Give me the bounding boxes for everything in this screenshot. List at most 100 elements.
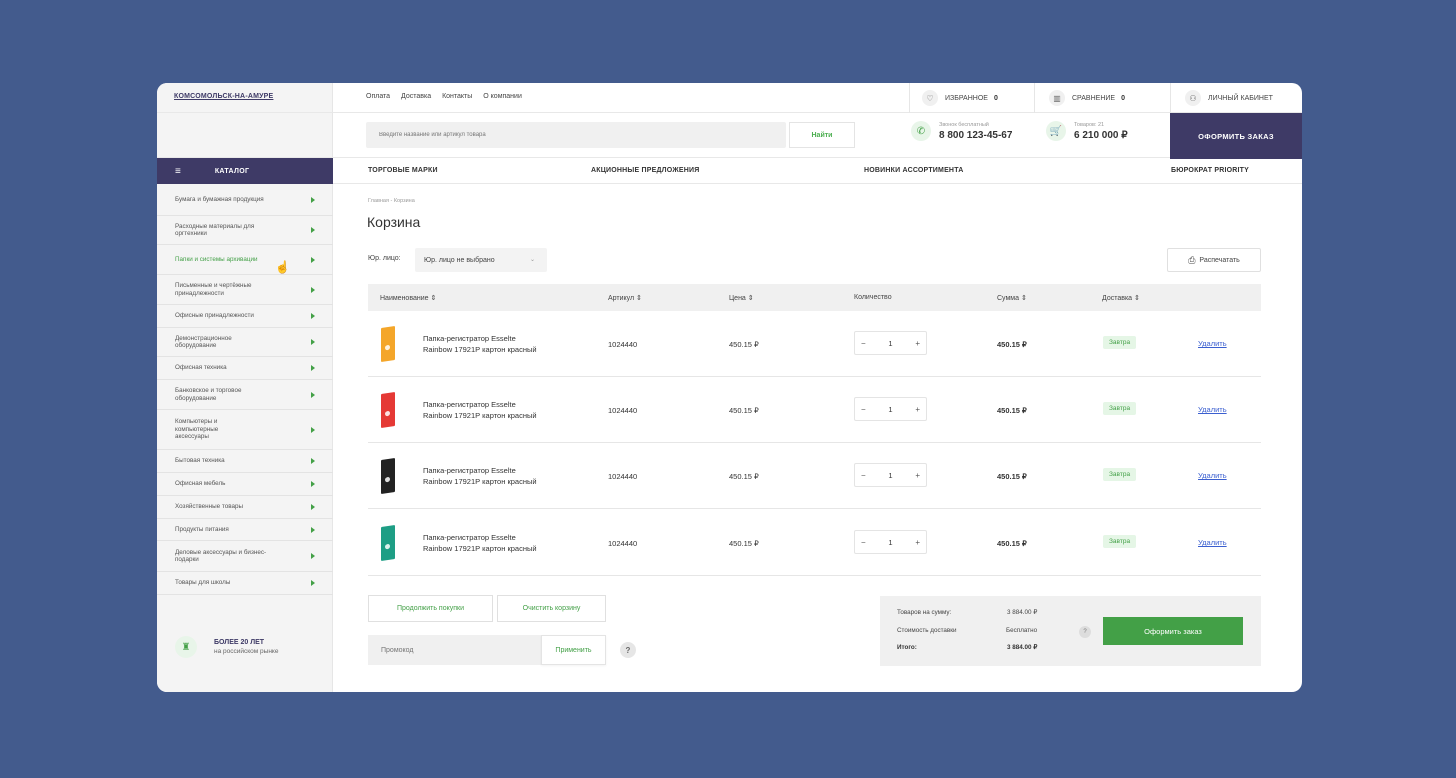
sidebar-item-label: Бумага и бумажная продукция [175,196,264,204]
chevron-right-icon [311,391,315,398]
sidebar-item-label: Деловые аксессуары и бизнес-подарки [175,548,267,564]
plus-button[interactable]: + [915,405,920,414]
minus-button[interactable]: − [861,405,866,414]
chevron-right-icon [311,504,315,510]
minus-button[interactable]: − [861,339,866,348]
product-name[interactable]: Папка-регистратор Esselte Rainbow 17921P … [423,333,537,355]
search-button[interactable]: Найти [789,122,855,148]
favorites-link[interactable]: ♡ ИЗБРАННОЕ 0 [909,83,1034,113]
minus-button[interactable]: − [861,538,866,547]
sidebar-item-gifts[interactable]: Деловые аксессуары и бизнес-подарки [157,541,333,572]
col-sku[interactable]: Артикул ⇕ [608,294,642,302]
clear-cart-button[interactable]: Очистить корзину [497,595,606,622]
continue-shopping-button[interactable]: Продолжить покупки [368,595,493,622]
help-icon[interactable]: ? [620,642,636,658]
legal-entity-select[interactable]: Юр. лицо не выбрано ⌄ [415,248,547,272]
sidebar-item-school[interactable]: Товары для школы [157,572,333,595]
catnav-brands[interactable]: ТОРГОВЫЕ МАРКИ [368,167,438,174]
binder-image [381,392,395,428]
sidebar-item-household[interactable]: Хозяйственные товары [157,496,333,519]
sidebar-item-consumables[interactable]: Расходные материалы для оргтехники [157,216,333,245]
city-selector[interactable]: КОМСОМОЛЬСК-НА-АМУРЕ [174,93,273,100]
product-sku: 1024440 [608,340,638,349]
product-price: 450.15 ₽ [729,539,759,548]
print-label: Распечатать [1199,256,1240,264]
col-qty: Количество [854,294,892,301]
sidebar-item-furniture[interactable]: Офисная мебель [157,473,333,496]
delete-link[interactable]: Удалить [1198,471,1227,480]
quantity-value[interactable]: 1 [888,405,892,414]
plus-button[interactable]: + [915,339,920,348]
nav-link-delivery[interactable]: Доставка [401,93,431,100]
quantity-value[interactable]: 1 [888,471,892,480]
product-name[interactable]: Папка-регистратор Esselte Rainbow 17921P … [423,399,537,421]
catalog-button[interactable]: ≡ КАТАЛОГ [157,158,333,184]
question-icon[interactable]: ? [1079,626,1091,638]
minus-button[interactable]: − [861,471,866,480]
account-label: ЛИЧНЫЙ КАБИНЕТ [1208,94,1273,102]
cart-block[interactable]: 🛒 Товаров: 21 6 210 000 ₽ [1046,121,1128,141]
table-row: Папка-регистратор Esselte Rainbow 17921P … [368,443,1261,509]
experience-badge: ♜ БОЛЕЕ 20 ЛЕТ на российском рынке [175,636,278,658]
top-bar: КОМСОМОЛЬСК-НА-АМУРЕ Оплата Доставка Кон… [157,83,1302,113]
account-link[interactable]: ⚇ ЛИЧНЫЙ КАБИНЕТ [1170,83,1302,113]
compare-label: СРАВНЕНИЕ [1072,94,1116,102]
sidebar-item-office-tech[interactable]: Офисная техника [157,357,333,380]
product-name[interactable]: Папка-регистратор Esselte Rainbow 17921P … [423,532,537,554]
product-sku: 1024440 [608,539,638,548]
catalog-label: КАТАЛОГ [214,167,250,175]
sidebar-item-label: Офисные принадлежности [175,312,254,320]
chevron-right-icon [311,227,315,233]
sidebar-item-label: Компьютеры и компьютерные аксессуары [175,418,219,441]
chevron-right-icon [311,256,315,263]
sidebar-item-label: Хозяйственные товары [175,503,244,511]
product-price: 450.15 ₽ [729,406,759,415]
nav-link-contacts[interactable]: Контакты [442,93,472,100]
catnav-priority[interactable]: БЮРОКРАТ PRIORITY [1171,167,1249,174]
col-price[interactable]: Цена ⇕ [729,294,754,302]
badge-subtitle: на российском рынке [214,648,279,655]
sidebar-item-folders[interactable]: Папки и системы архивации [157,245,333,275]
sidebar-item-food[interactable]: Продукты питания [157,519,333,541]
col-name[interactable]: Наименование ⇕ [380,294,436,302]
col-delivery[interactable]: Доставка ⇕ [1102,294,1140,302]
sidebar-item-office-supplies[interactable]: Офисные принадлежности [157,305,333,328]
apply-promo-button[interactable]: Применить [541,635,606,665]
order-top-button[interactable]: ОФОРМИТЬ ЗАКАЗ [1170,113,1302,159]
delete-link[interactable]: Удалить [1198,538,1227,547]
sidebar-item-demo[interactable]: Демонстрационное оборудование [157,328,333,357]
phone-block[interactable]: ✆ Звонок бесплатный 8 800 123-45-67 [911,121,1012,141]
nav-link-about[interactable]: О компании [483,93,522,100]
checkout-button[interactable]: Оформить заказ [1103,617,1243,645]
header-row: Найти ✆ Звонок бесплатный 8 800 123-45-6… [157,113,1302,158]
nav-link-payment[interactable]: Оплата [366,93,390,100]
catnav-new[interactable]: НОВИНКИ АССОРТИМЕНТА [864,167,963,174]
product-sku: 1024440 [608,472,638,481]
delete-link[interactable]: Удалить [1198,405,1227,414]
sidebar-item-label: Расходные материалы для оргтехники [175,222,255,238]
goods-sum-value: 3 884.00 ₽ [1007,609,1038,616]
cart-icon: 🛒 [1046,121,1066,141]
sidebar-item-appliances[interactable]: Бытовая техника [157,450,333,473]
chevron-right-icon [311,286,315,293]
sidebar-item-label: Офисная мебель [175,480,226,488]
quantity-value[interactable]: 1 [888,538,892,547]
sidebar-item-computers[interactable]: Компьютеры и компьютерные аксессуары [157,410,333,450]
product-name[interactable]: Папка-регистратор Esselte Rainbow 17921P … [423,465,537,487]
col-sum[interactable]: Сумма ⇕ [997,294,1027,302]
promo-input[interactable] [368,635,540,665]
breadcrumb[interactable]: Главная - Корзина [368,198,415,204]
sidebar-item-paper[interactable]: Бумага и бумажная продукция [157,185,333,216]
sidebar-item-bank[interactable]: Банковское и торговое оборудование [157,380,333,410]
sidebar-item-writing[interactable]: Письменные и чертёжные принадлежности [157,275,333,305]
sidebar-item-label: Офисная техника [175,364,227,372]
plus-button[interactable]: + [915,471,920,480]
plus-button[interactable]: + [915,538,920,547]
print-button[interactable]: ⎙ Распечатать [1167,248,1261,272]
page-title: Корзина [367,214,421,230]
delete-link[interactable]: Удалить [1198,339,1227,348]
compare-link[interactable]: ▥ СРАВНЕНИЕ 0 [1034,83,1170,113]
quantity-value[interactable]: 1 [888,339,892,348]
catnav-promo[interactable]: АКЦИОННЫЕ ПРЕДЛОЖЕНИЯ [591,167,699,174]
search-input[interactable] [366,122,787,148]
